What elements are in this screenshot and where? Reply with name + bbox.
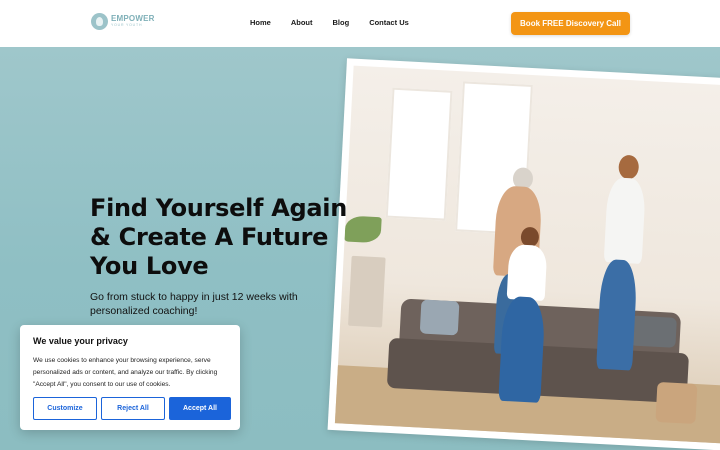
logo-tagline: YOUR YOUTH bbox=[111, 23, 143, 28]
hero-title-line: Find Yourself Again bbox=[90, 194, 347, 222]
pillow bbox=[629, 315, 677, 348]
cookie-text: We use cookies to enhance your browsing … bbox=[33, 357, 218, 388]
hero-subtitle: Go from stuck to happy in just 12 weeks … bbox=[90, 291, 298, 317]
person-mother bbox=[603, 177, 647, 264]
nav-blog[interactable]: Blog bbox=[333, 18, 350, 27]
cookie-buttons: Customize Reject All Accept All bbox=[33, 397, 231, 420]
logo-icon bbox=[91, 13, 108, 30]
hero-title: Find Yourself Again & Create A Future Yo… bbox=[90, 194, 370, 281]
hero-photo bbox=[327, 58, 720, 450]
main-nav: Home About Blog Contact Us bbox=[250, 18, 409, 27]
reject-all-button[interactable]: Reject All bbox=[101, 397, 165, 420]
pillow bbox=[419, 299, 460, 336]
person-head bbox=[618, 154, 640, 180]
customize-button[interactable]: Customize bbox=[33, 397, 97, 420]
basket bbox=[655, 381, 698, 424]
person-girl-jeans bbox=[498, 295, 546, 403]
cookie-title: We value your privacy bbox=[33, 336, 128, 346]
logo-name: EMPOWER bbox=[111, 14, 155, 24]
hero-title-line: You Love bbox=[90, 252, 209, 280]
nav-about[interactable]: About bbox=[291, 18, 313, 27]
hero-title-line: & Create A Future bbox=[90, 223, 329, 251]
cookie-consent-banner: We value your privacy We use cookies to … bbox=[20, 325, 240, 430]
nav-contact[interactable]: Contact Us bbox=[369, 18, 409, 27]
nav-home[interactable]: Home bbox=[250, 18, 271, 27]
person-mother-jeans bbox=[596, 258, 638, 371]
accept-all-button[interactable]: Accept All bbox=[169, 397, 231, 420]
person-girl bbox=[506, 244, 548, 301]
logo[interactable]: EMPOWER YOUR YOUTH bbox=[91, 13, 155, 30]
site-header: EMPOWER YOUR YOUTH Home About Blog Conta… bbox=[0, 0, 720, 47]
book-discovery-call-button[interactable]: Book FREE Discovery Call bbox=[511, 12, 630, 35]
window bbox=[385, 87, 453, 221]
